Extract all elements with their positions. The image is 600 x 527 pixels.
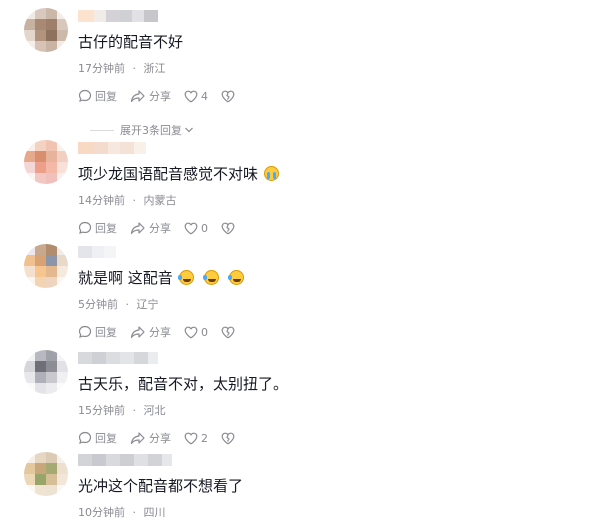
- dislike-button[interactable]: [221, 90, 238, 103]
- avatar[interactable]: [24, 350, 68, 394]
- comment-location: 浙江: [143, 62, 166, 75]
- share-label: 分享: [149, 326, 171, 339]
- share-label: 分享: [149, 222, 171, 235]
- comment-meta: 10分钟前 · 四川: [78, 504, 166, 520]
- broken-heart-icon: [221, 326, 235, 339]
- broken-heart-icon: [221, 432, 235, 445]
- comment-meta: 15分钟前 · 河北: [78, 402, 166, 418]
- meta-separator: ·: [125, 298, 130, 311]
- like-button[interactable]: 0: [184, 326, 208, 339]
- username-blurred[interactable]: [78, 352, 158, 364]
- comment-time: 17分钟前: [78, 62, 125, 75]
- comment-meta: 5分钟前 · 辽宁: [78, 296, 159, 312]
- like-count: 2: [201, 431, 208, 445]
- dislike-button[interactable]: [221, 326, 238, 339]
- heart-icon: [184, 222, 198, 235]
- reply-bubble-icon: [78, 325, 92, 338]
- username-blurred[interactable]: [78, 246, 116, 258]
- expand-replies-button[interactable]: 展开3条回复: [90, 122, 194, 138]
- username-blurred[interactable]: [78, 10, 158, 22]
- avatar[interactable]: [24, 452, 68, 496]
- heart-icon: [184, 90, 198, 103]
- heart-icon: [184, 432, 198, 445]
- comment-text: 就是啊 这配音: [78, 268, 244, 288]
- dislike-button[interactable]: [221, 432, 238, 445]
- avatar[interactable]: [24, 244, 68, 288]
- comment-location: 辽宁: [136, 298, 159, 311]
- dislike-button[interactable]: [221, 222, 238, 235]
- comment-time: 10分钟前: [78, 506, 125, 519]
- reply-bubble-icon: [78, 431, 92, 444]
- broken-heart-icon: [221, 90, 235, 103]
- avatar[interactable]: [24, 140, 68, 184]
- comment-text: 光冲这个配音都不想看了: [78, 477, 244, 495]
- reply-button[interactable]: 回复: [78, 88, 117, 104]
- username-blurred[interactable]: [78, 142, 146, 154]
- heart-icon: [184, 326, 198, 339]
- comment-location: 河北: [143, 404, 166, 417]
- meta-separator: ·: [132, 506, 137, 519]
- share-arrow-icon: [130, 432, 145, 445]
- reply-label: 回复: [95, 432, 117, 445]
- reply-bubble-icon: [78, 221, 92, 234]
- like-count: 0: [201, 325, 208, 339]
- reply-button[interactable]: 回复: [78, 430, 117, 446]
- share-button[interactable]: 分享: [130, 430, 171, 446]
- share-button[interactable]: 分享: [130, 88, 171, 104]
- share-arrow-icon: [130, 326, 145, 339]
- chevron-down-icon: [185, 127, 193, 133]
- comment-text: 项少龙国语配音感觉不对味: [78, 164, 280, 184]
- expand-replies-label: 展开3条回复: [120, 124, 182, 137]
- reply-bubble-icon: [78, 89, 92, 102]
- share-arrow-icon: [130, 90, 145, 103]
- like-button[interactable]: 2: [184, 432, 208, 445]
- share-label: 分享: [149, 90, 171, 103]
- comment-meta: 17分钟前 · 浙江: [78, 60, 166, 76]
- comment-text: 古仔的配音不好: [78, 33, 184, 51]
- reply-label: 回复: [95, 90, 117, 103]
- meta-separator: ·: [132, 404, 137, 417]
- share-arrow-icon: [130, 222, 145, 235]
- like-count: 4: [201, 89, 208, 103]
- avatar[interactable]: [24, 8, 68, 52]
- meta-separator: ·: [132, 62, 137, 75]
- comment-actions: 回复 分享 0: [78, 324, 251, 340]
- laugh-cry-emoji: [202, 270, 219, 285]
- reply-label: 回复: [95, 326, 117, 339]
- share-button[interactable]: 分享: [130, 324, 171, 340]
- share-label: 分享: [149, 432, 171, 445]
- comment-time: 5分钟前: [78, 298, 118, 311]
- cry-face-emoji: [264, 166, 280, 181]
- broken-heart-icon: [221, 222, 235, 235]
- username-blurred[interactable]: [78, 454, 172, 466]
- comment-actions: 回复 分享 2: [78, 430, 251, 446]
- share-button[interactable]: 分享: [130, 220, 171, 236]
- laugh-cry-emoji: [177, 270, 194, 285]
- reply-label: 回复: [95, 222, 117, 235]
- comment-meta: 14分钟前 · 内蒙古: [78, 192, 177, 208]
- comment-text: 古天乐，配音不对，太别扭了。: [78, 375, 289, 393]
- reply-button[interactable]: 回复: [78, 324, 117, 340]
- comment-time: 14分钟前: [78, 194, 125, 207]
- reply-button[interactable]: 回复: [78, 220, 117, 236]
- like-button[interactable]: 4: [184, 90, 208, 103]
- comment-time: 15分钟前: [78, 404, 125, 417]
- comment-actions: 回复 分享 4: [78, 88, 251, 104]
- comment-actions: 回复 分享 0: [78, 220, 251, 236]
- like-button[interactable]: 0: [184, 222, 208, 235]
- meta-separator: ·: [132, 194, 137, 207]
- like-count: 0: [201, 221, 208, 235]
- comment-location: 内蒙古: [143, 194, 177, 207]
- comment-location: 四川: [143, 506, 166, 519]
- laugh-cry-emoji: [227, 270, 244, 285]
